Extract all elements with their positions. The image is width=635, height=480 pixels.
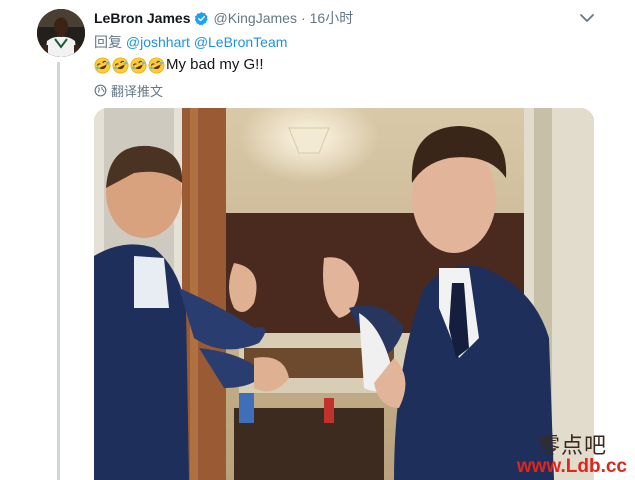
chevron-down-icon[interactable] xyxy=(578,10,596,26)
rofl-emoji-icon xyxy=(112,57,129,74)
verified-badge-icon xyxy=(194,11,209,26)
watermark: 零点吧 www.Ldb.cc xyxy=(512,428,635,480)
rofl-emoji-icon xyxy=(148,57,165,74)
tweet-header: LeBron James @KingJames · 16小时 xyxy=(94,9,353,27)
author-handle[interactable]: @KingJames xyxy=(213,10,296,26)
globe-icon xyxy=(94,84,107,97)
mention-link-lebronteam[interactable]: @LeBronTeam xyxy=(194,34,288,50)
author-name[interactable]: LeBron James xyxy=(94,10,190,26)
translate-label: 翻译推文 xyxy=(111,84,164,99)
separator-dot: · xyxy=(300,10,306,26)
replying-to-line: 回复 @joshhart @LeBronTeam xyxy=(94,32,287,52)
media-gif[interactable] xyxy=(94,108,594,480)
reply-prefix: 回复 xyxy=(94,34,122,50)
tweet-text-body: My bad my G!! xyxy=(166,56,264,73)
timestamp[interactable]: 16小时 xyxy=(310,8,354,28)
watermark-bottom-text: www.Ldb.cc xyxy=(516,456,627,477)
rofl-emoji-icon xyxy=(130,57,147,74)
rofl-emoji-icon xyxy=(94,57,111,74)
thread-connector-line xyxy=(57,62,60,480)
avatar[interactable] xyxy=(37,9,85,57)
mention-link-joshhart[interactable]: @joshhart xyxy=(126,34,190,50)
translate-tweet-link[interactable]: 翻译推文 xyxy=(94,81,163,100)
tweet-text: My bad my G!! xyxy=(94,55,264,75)
